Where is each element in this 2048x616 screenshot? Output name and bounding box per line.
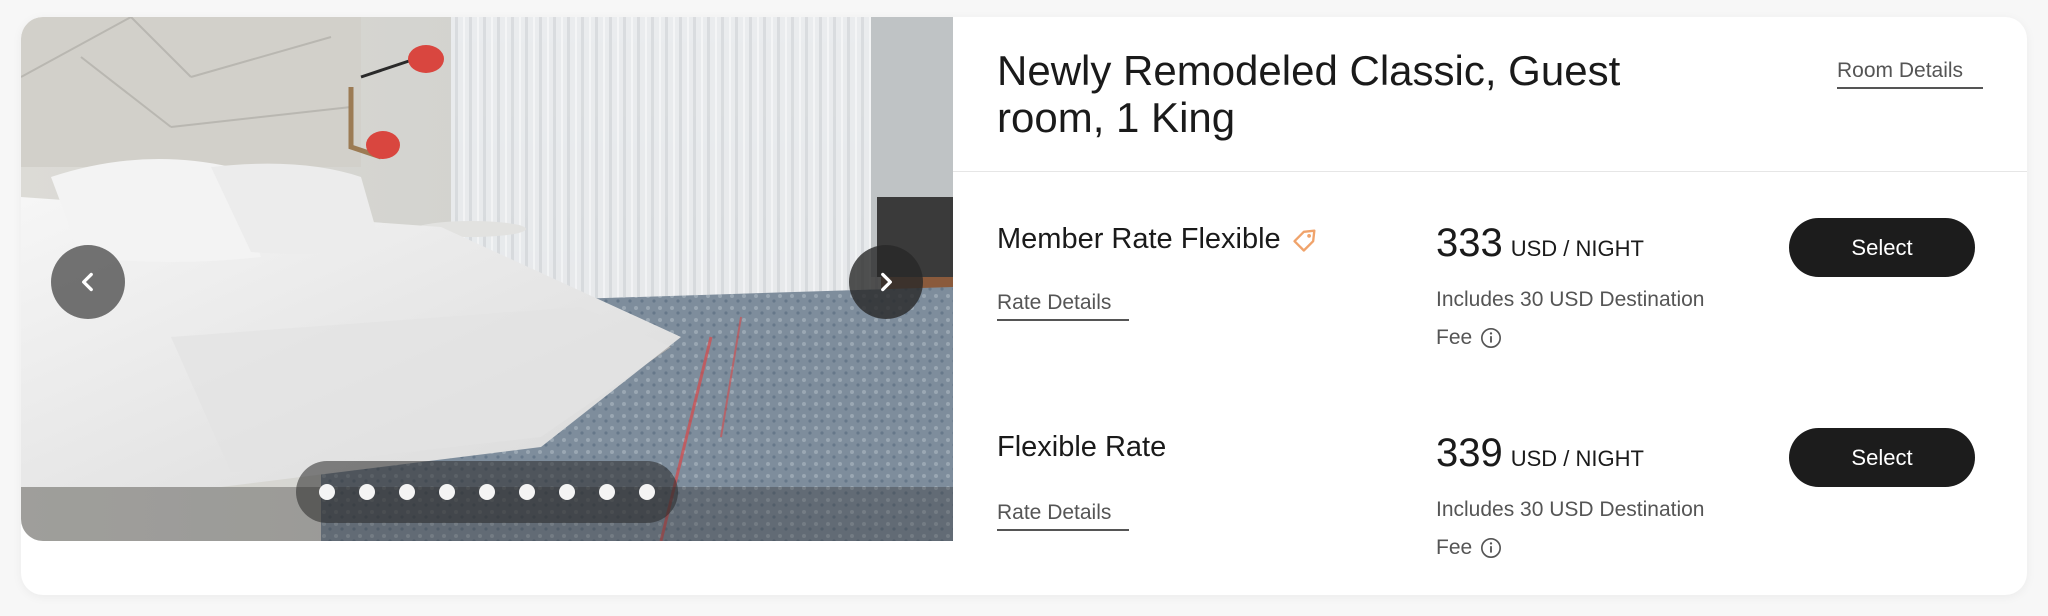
fee-note: Includes 30 USD Destination Fee — [1436, 491, 1726, 567]
gallery-dot[interactable] — [359, 484, 375, 500]
fee-note: Includes 30 USD Destination Fee — [1436, 281, 1726, 357]
chevron-right-icon — [881, 272, 892, 292]
gallery-next-button[interactable] — [849, 245, 923, 319]
select-button[interactable]: Select — [1789, 428, 1975, 487]
rate-price: 333 USD / NIGHT — [1436, 221, 1644, 266]
gallery-dot[interactable] — [599, 484, 615, 500]
rate-price: 339 USD / NIGHT — [1436, 431, 1644, 476]
room-photo-gallery[interactable] — [21, 17, 953, 541]
gallery-dot[interactable] — [439, 484, 455, 500]
rate-name-label: Member Rate Flexible — [997, 223, 1281, 255]
room-details-link[interactable]: Room Details — [1837, 59, 1983, 89]
info-icon[interactable] — [1480, 327, 1502, 349]
gallery-dot[interactable] — [519, 484, 535, 500]
price-unit: USD / NIGHT — [1510, 236, 1644, 261]
rate-name-flexible: Flexible Rate — [997, 431, 1166, 464]
rate-details-link[interactable]: Rate Details — [997, 501, 1129, 531]
price-unit: USD / NIGHT — [1510, 446, 1644, 471]
room-card: Newly Remodeled Classic, Guest room, 1 K… — [21, 17, 2027, 595]
rate-details-link[interactable]: Rate Details — [997, 291, 1129, 321]
select-button[interactable]: Select — [1789, 218, 1975, 277]
price-amount: 339 — [1436, 431, 1503, 475]
gallery-dot[interactable] — [319, 484, 335, 500]
fee-note-text: Includes 30 USD Destination Fee — [1436, 288, 1705, 349]
price-amount: 333 — [1436, 221, 1503, 265]
gallery-dot[interactable] — [399, 484, 415, 500]
gallery-prev-button[interactable] — [51, 245, 125, 319]
header-divider — [953, 171, 2027, 172]
gallery-dot[interactable] — [639, 484, 655, 500]
chevron-left-icon — [82, 272, 93, 292]
room-title: Newly Remodeled Classic, Guest room, 1 K… — [997, 47, 1621, 141]
gallery-pagination — [296, 461, 678, 523]
tag-icon — [1292, 229, 1316, 252]
rate-name-member-flexible: Member Rate Flexible — [997, 223, 1319, 256]
gallery-dot[interactable] — [479, 484, 495, 500]
rate-name-label: Flexible Rate — [997, 431, 1167, 463]
fee-note-text: Includes 30 USD Destination Fee — [1436, 498, 1705, 559]
info-icon[interactable] — [1480, 537, 1502, 559]
gallery-dot[interactable] — [559, 484, 575, 500]
